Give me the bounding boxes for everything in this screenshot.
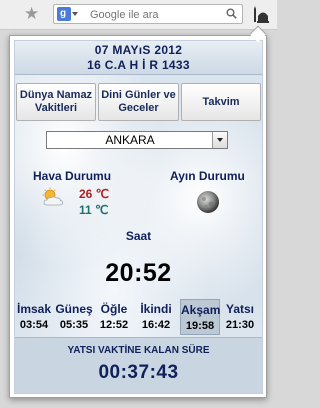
- prayer-name: Güneş: [55, 302, 93, 316]
- prayer-ogle: Öğle 12:52: [96, 299, 132, 335]
- prayer-time: 12:52: [99, 319, 129, 331]
- prayer-gunes: Güneş 05:35: [55, 299, 93, 335]
- prayer-name: Akşam: [181, 303, 221, 317]
- prayer-ikindi: İkindi 16:42: [137, 299, 175, 335]
- search-input[interactable]: [90, 7, 220, 22]
- prayer-time: 05:35: [59, 319, 89, 331]
- gregorian-date: 07 MAYıS 2012: [94, 43, 183, 57]
- city-select[interactable]: ANKARA: [46, 131, 228, 149]
- clock-label: Saat: [125, 229, 152, 243]
- prayer-imsak: İmsak 03:54: [17, 299, 51, 335]
- prayer-name: Öğle: [100, 302, 128, 316]
- moon-title: Ayın Durumu: [170, 169, 245, 183]
- star-icon[interactable]: ★: [24, 5, 39, 23]
- prayer-time: 19:58: [185, 320, 215, 332]
- prayer-times-row: İmsak 03:54 Güneş 05:35 Öğle 12:52 İkind…: [15, 299, 262, 335]
- remaining-label: YATSI VAKTİNE KALAN SÜRE: [67, 345, 210, 356]
- date-header: 07 MAYıS 2012 16 C.A H İ R 1433: [15, 41, 262, 75]
- prayer-aksam: Akşam 19:58: [180, 299, 220, 335]
- google-letter: g: [60, 8, 67, 19]
- prayer-name: Yatsı: [225, 302, 255, 316]
- prayer-name: İkindi: [140, 302, 172, 316]
- temperature-high: 26 ℃: [79, 187, 110, 201]
- religious-days-button[interactable]: Dini Günler ve Geceler: [98, 83, 179, 121]
- search-icon[interactable]: [226, 8, 237, 19]
- full-moon-icon: [197, 191, 219, 213]
- browser-toolbar: ★ g: [0, 0, 277, 30]
- clock-time: 20:52: [105, 259, 172, 287]
- content-panel: 07 MAYıS 2012 16 C.A H İ R 1433 Dünya Na…: [14, 40, 263, 394]
- prayer-time: 16:42: [141, 319, 171, 331]
- chevron-down-icon: [72, 12, 78, 16]
- prayer-time: 03:54: [19, 319, 49, 331]
- temperature-low: 11 ℃: [79, 203, 109, 217]
- remaining-time-box: YATSI VAKTİNE KALAN SÜRE 00:37:43: [15, 337, 262, 393]
- weather-title: Hava Durumu: [33, 169, 112, 183]
- hijri-date: 16 C.A H İ R 1433: [87, 58, 190, 72]
- remaining-time: 00:37:43: [98, 362, 179, 383]
- calendar-button[interactable]: Takvim: [181, 83, 261, 121]
- mosque-icon[interactable]: [251, 5, 271, 25]
- search-box[interactable]: g: [53, 4, 243, 24]
- prayer-time: 21:30: [225, 319, 255, 331]
- search-engine-selector[interactable]: g: [57, 7, 78, 21]
- city-value: ANKARA: [105, 133, 155, 147]
- nav-buttons: Dünya Namaz Vakitleri Dini Günler ve Gec…: [16, 83, 261, 121]
- partly-cloudy-icon: [42, 187, 63, 206]
- chevron-down-icon[interactable]: [212, 132, 227, 148]
- prayer-yatsi: Yatsı 21:30: [222, 299, 258, 335]
- world-prayer-times-button[interactable]: Dünya Namaz Vakitleri: [16, 83, 96, 121]
- google-icon: g: [57, 7, 71, 21]
- prayer-times-popup: 07 MAYıS 2012 16 C.A H İ R 1433 Dünya Na…: [9, 35, 267, 398]
- prayer-name: İmsak: [17, 302, 52, 316]
